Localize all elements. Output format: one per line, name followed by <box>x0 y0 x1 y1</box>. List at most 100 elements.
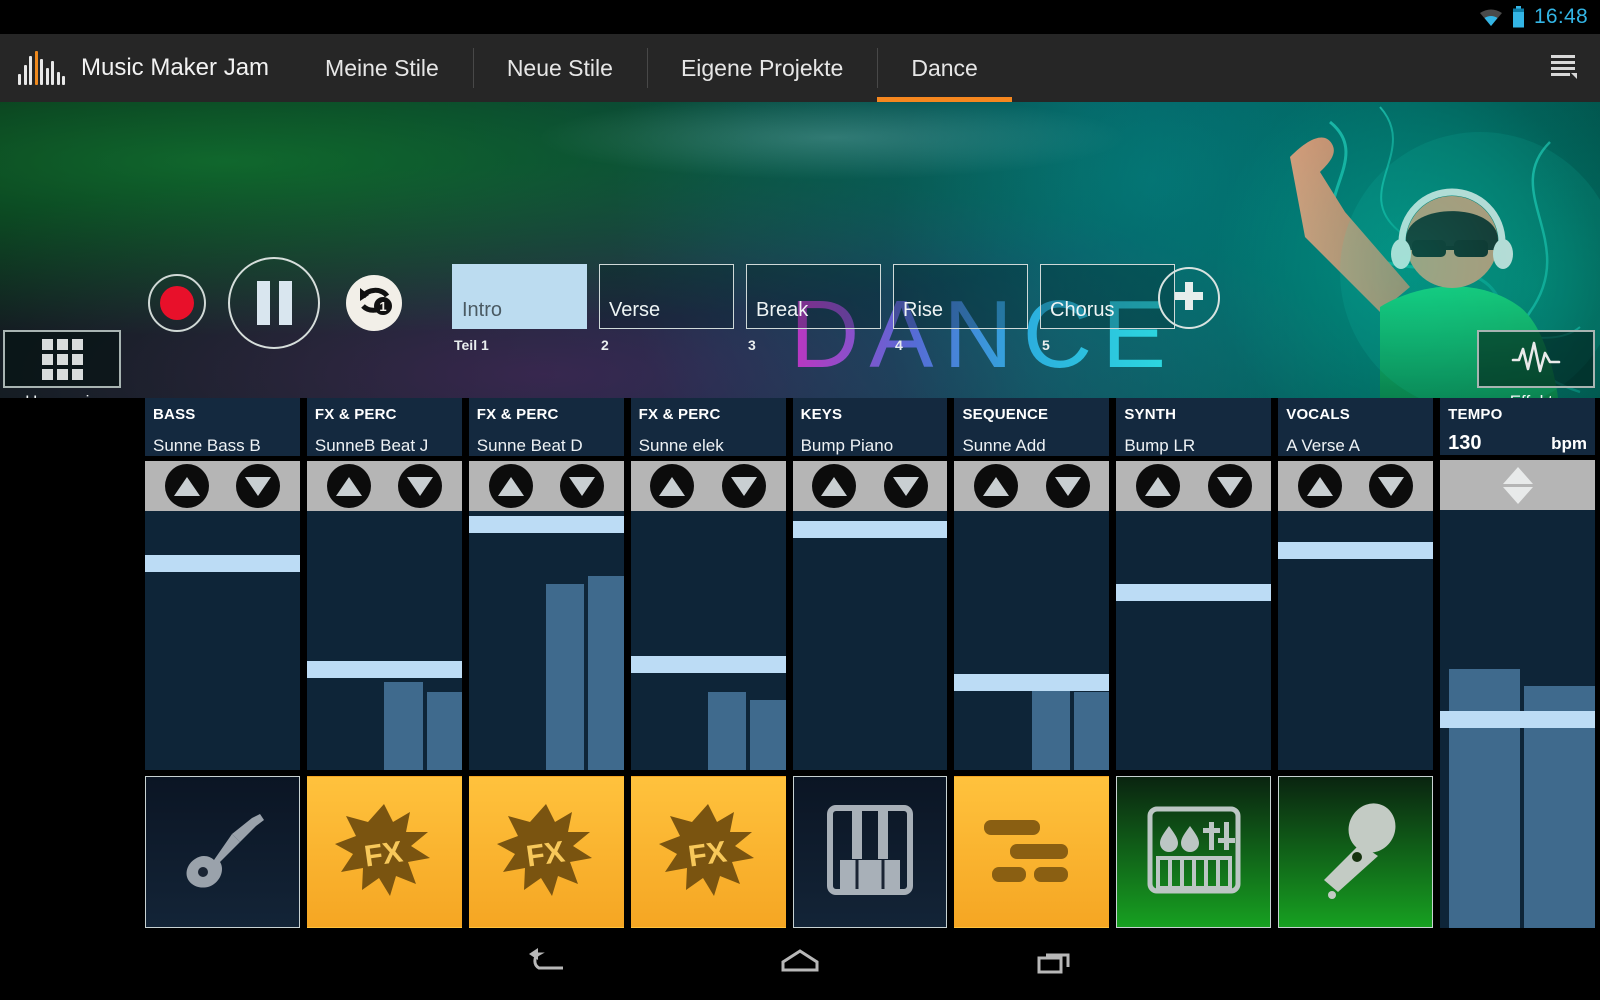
channel-fader[interactable] <box>630 511 786 770</box>
instrument-button[interactable] <box>1278 776 1434 928</box>
tempo-stepper[interactable] <box>1440 460 1596 510</box>
loop-down-button[interactable] <box>1207 464 1252 508</box>
channel-fader[interactable] <box>954 511 1110 770</box>
tempo-down-icon[interactable] <box>1502 486 1533 504</box>
triangle-up-icon <box>1145 476 1172 496</box>
app-title: Music Maker Jam <box>81 54 270 81</box>
channel-loop-selector <box>306 461 462 511</box>
level-meter <box>546 583 585 770</box>
tempo-up-icon[interactable] <box>1502 466 1533 484</box>
instrument-button[interactable] <box>954 776 1110 928</box>
recents-icon[interactable] <box>1033 946 1077 983</box>
fx-burst-icon: FX <box>494 802 598 903</box>
equalizer-logo-icon <box>18 51 65 85</box>
loop-down-button[interactable] <box>721 464 766 508</box>
level-meter <box>1031 684 1071 770</box>
back-icon[interactable] <box>523 946 567 983</box>
loop-down-button[interactable] <box>398 464 443 508</box>
pause-button[interactable] <box>228 257 320 349</box>
loop-button[interactable]: 1 <box>346 275 402 331</box>
add-section-button[interactable] <box>1158 267 1220 329</box>
channel-fader[interactable] <box>792 511 948 770</box>
tab-dance[interactable]: Dance <box>877 34 1013 102</box>
tab-meine-stile[interactable]: Meine Stile <box>291 34 473 102</box>
app-bar: Music Maker Jam Meine Stile Neue Stile E… <box>0 34 1600 102</box>
loop-down-button[interactable] <box>1369 464 1414 508</box>
fader-handle[interactable] <box>954 674 1110 692</box>
effects-button[interactable] <box>1477 330 1595 388</box>
svg-text:FX: FX <box>524 835 567 873</box>
section-box: Intro <box>452 264 587 329</box>
channel-fader[interactable] <box>145 511 300 770</box>
channel-category: SYNTH <box>1124 406 1177 423</box>
channel-loop-selector <box>145 461 300 511</box>
svg-text:FX: FX <box>363 835 406 873</box>
channel-loop-name: Bump Piano <box>800 436 894 455</box>
mixer-channel: SEQUENCE Sunne Add <box>954 398 1110 928</box>
loop-down-button[interactable] <box>883 464 928 508</box>
tab-neue-stile[interactable]: Neue Stile <box>472 34 647 102</box>
loop-up-button[interactable] <box>650 464 695 508</box>
loop-down-button[interactable] <box>559 464 604 508</box>
fader-handle[interactable] <box>792 521 948 539</box>
triangle-up-icon <box>659 476 686 496</box>
tempo-fader[interactable] <box>1440 510 1596 928</box>
fader-handle[interactable] <box>1116 583 1272 601</box>
channel-fader[interactable] <box>1278 511 1434 770</box>
fader-handle[interactable] <box>1278 542 1434 560</box>
triangle-down-icon <box>1378 476 1405 496</box>
transport-controls: 1 <box>148 257 402 349</box>
record-button[interactable] <box>148 274 206 332</box>
channel-category: VOCALS <box>1286 406 1350 423</box>
fader-handle[interactable] <box>306 661 462 679</box>
section-box: Verse <box>599 264 734 329</box>
loop-down-button[interactable] <box>1045 464 1090 508</box>
grid-icon <box>41 338 83 380</box>
channel-fader[interactable] <box>1116 511 1272 770</box>
loop-up-button[interactable] <box>164 464 209 508</box>
harmony-button[interactable] <box>3 330 121 388</box>
fx-burst-icon: FX <box>332 802 436 903</box>
section-verse[interactable]: Verse 2 <box>599 264 734 353</box>
instrument-button[interactable] <box>145 776 300 928</box>
loop-up-button[interactable] <box>974 464 1019 508</box>
instrument-button[interactable]: FX <box>306 776 462 928</box>
channel-loop-selector <box>954 461 1110 511</box>
loop-up-button[interactable] <box>812 464 857 508</box>
section-chorus[interactable]: Chorus 5 <box>1040 264 1175 353</box>
loop-up-button[interactable] <box>488 464 533 508</box>
channel-header: SYNTH Bump LR <box>1116 398 1272 456</box>
section-intro[interactable]: Intro Teil 1 <box>452 264 587 353</box>
fader-handle[interactable] <box>630 656 786 674</box>
fader-handle[interactable] <box>468 516 624 534</box>
channel-loop-name: Sunne Beat D <box>476 436 583 455</box>
channel-fader[interactable] <box>306 511 462 770</box>
instrument-button[interactable] <box>1116 776 1272 928</box>
mixer-channel: FX & PERC Sunne Beat D FX <box>468 398 624 928</box>
home-icon[interactable] <box>777 946 823 983</box>
instrument-button[interactable]: FX <box>630 776 786 928</box>
menu-button[interactable] <box>1526 34 1600 102</box>
triangle-up-icon <box>821 476 848 496</box>
fader-handle[interactable] <box>145 555 300 573</box>
section-label: Rise <box>903 299 944 321</box>
status-clock: 16:48 <box>1533 5 1588 28</box>
mixer-channel: KEYS Bump Piano <box>792 398 948 928</box>
level-meters <box>222 511 299 770</box>
instrument-button[interactable]: FX <box>468 776 624 928</box>
section-rise[interactable]: Rise 4 <box>893 264 1028 353</box>
tempo-label: TEMPO <box>1448 406 1503 423</box>
fader-handle[interactable] <box>1440 710 1596 728</box>
tab-eigene-projekte[interactable]: Eigene Projekte <box>646 34 877 102</box>
loop-down-button[interactable] <box>236 464 281 508</box>
loop-up-button[interactable] <box>1136 464 1181 508</box>
section-break[interactable]: Break 3 <box>746 264 881 353</box>
channel-header: FX & PERC Sunne elek <box>630 398 786 456</box>
triangle-down-icon <box>1216 476 1243 496</box>
channel-loop-selector <box>792 461 948 511</box>
loop-up-button[interactable] <box>326 464 371 508</box>
instrument-button[interactable] <box>792 776 948 928</box>
level-meters <box>384 511 462 770</box>
loop-up-button[interactable] <box>1297 464 1342 508</box>
channel-fader[interactable] <box>468 511 624 770</box>
